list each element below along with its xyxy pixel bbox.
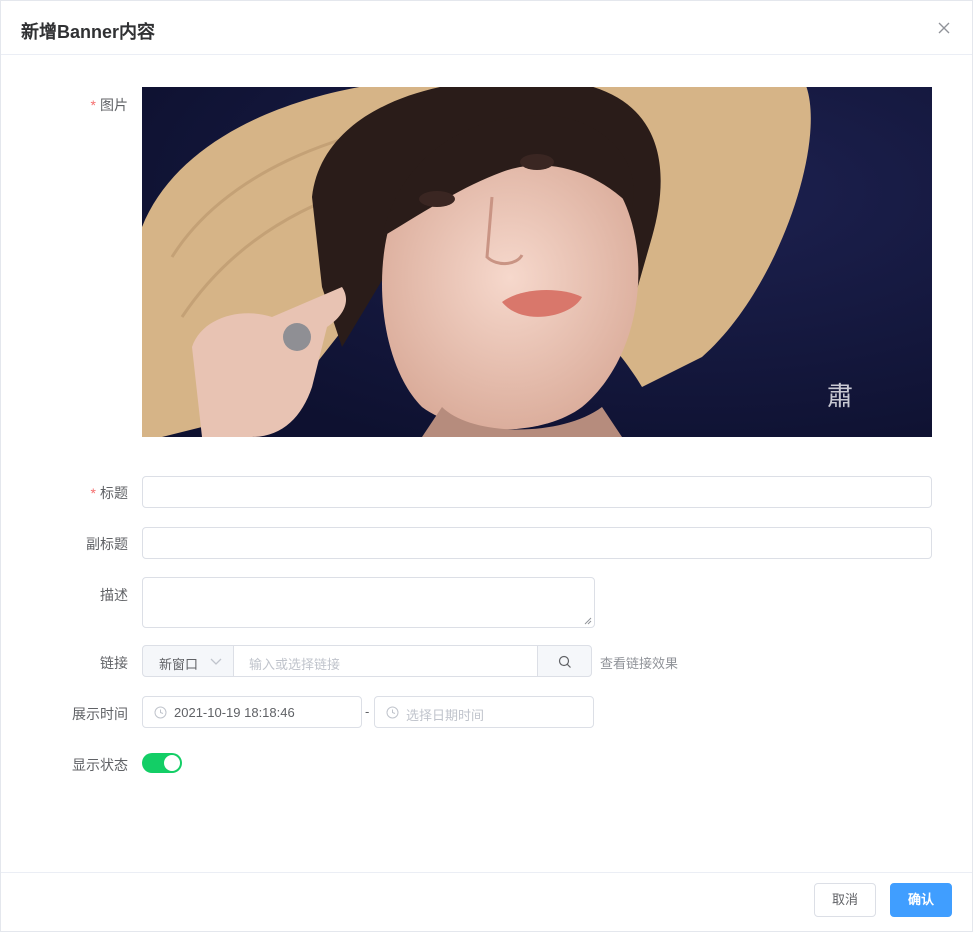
search-icon [558,655,571,668]
datetime-separator: - [365,704,370,719]
link-label: 链接 [100,655,128,671]
subtitle-label: 副标题 [86,536,128,552]
link-target-value: 新窗口 [159,657,199,672]
required-mark: * [90,97,96,113]
resize-handle-icon[interactable] [584,617,592,625]
clock-icon [386,706,399,719]
title-input[interactable] [142,476,932,508]
close-icon[interactable] [935,19,953,37]
start-datetime-value: 2021-10-19 18:18:46 [174,705,295,720]
link-input[interactable]: 输入或选择链接 [233,645,538,677]
image-label: * 图片 [90,97,128,113]
banner-image[interactable]: 肅 [142,87,932,437]
clock-icon [154,706,167,719]
status-toggle[interactable] [142,753,182,773]
subtitle-input[interactable] [142,527,932,559]
dialog-title: 新增Banner内容 [21,22,156,42]
start-datetime-picker[interactable]: 2021-10-19 18:18:46 [142,696,362,728]
end-datetime-picker[interactable]: 选择日期时间 [374,696,594,728]
add-banner-dialog: 新增Banner内容 * 图片 肅 * 标题 副标题 描述 链接 新窗口 输入或… [0,0,973,932]
chevron-down-icon [210,658,222,665]
description-label: 描述 [100,587,128,603]
toggle-knob [164,755,180,771]
link-input-group: 新窗口 输入或选择链接 [142,645,592,677]
description-textarea[interactable] [142,577,595,628]
cancel-button[interactable]: 取消 [814,883,876,917]
confirm-button[interactable]: 确认 [890,883,952,917]
required-mark: * [90,485,96,501]
link-search-button[interactable] [537,645,592,677]
link-target-select[interactable]: 新窗口 [142,645,234,677]
status-label: 显示状态 [72,757,128,773]
display-time-label: 展示时间 [72,706,128,722]
svg-text:肅: 肅 [827,382,853,412]
link-preview-link[interactable]: 查看链接效果 [600,653,678,672]
dialog-header: 新增Banner内容 [1,1,972,55]
dialog-footer: 取消 确认 [1,872,972,933]
link-input-placeholder: 输入或选择链接 [249,657,341,672]
title-label: * 标题 [90,485,128,501]
end-datetime-placeholder: 选择日期时间 [406,708,485,723]
